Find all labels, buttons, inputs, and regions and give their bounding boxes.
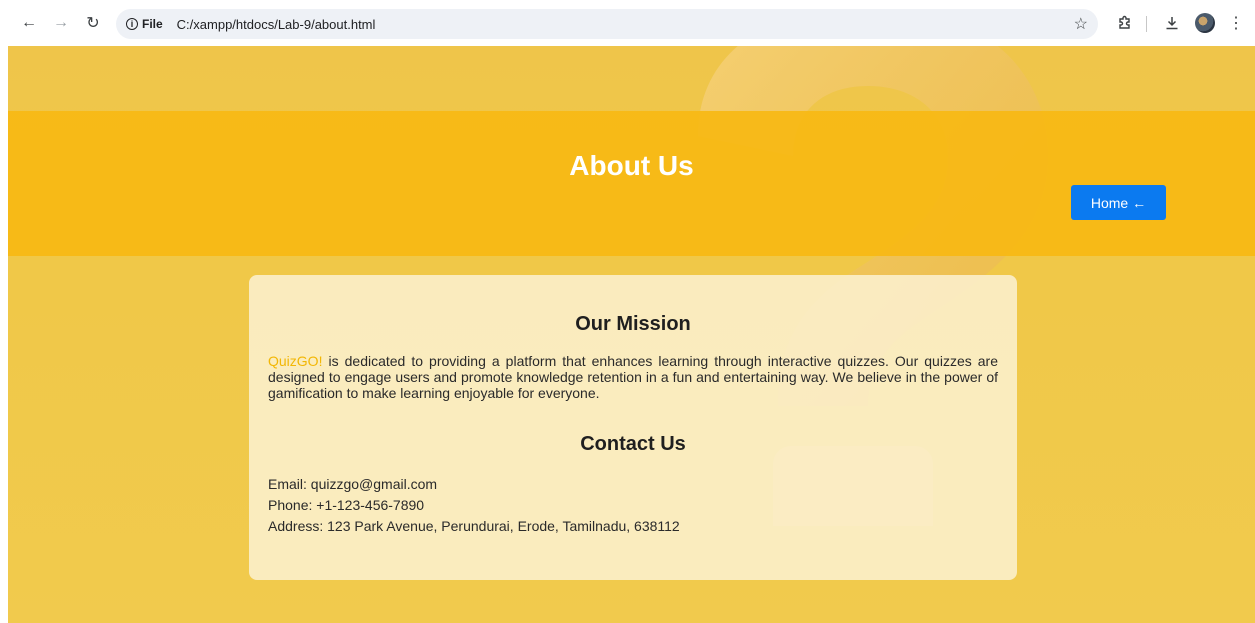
mission-heading: Our Mission bbox=[575, 313, 691, 335]
profile-avatar[interactable] bbox=[1195, 13, 1215, 33]
toolbar-divider bbox=[1146, 16, 1147, 32]
page-title: About Us bbox=[569, 150, 694, 181]
puzzle-icon bbox=[1119, 15, 1130, 29]
mission-body: is dedicated to providing a platform tha… bbox=[268, 353, 998, 401]
info-icon: i bbox=[126, 18, 138, 30]
mission-paragraph: QuizGO! is dedicated to providing a plat… bbox=[268, 353, 998, 401]
menu-kebab-icon[interactable]: ⋮ bbox=[1225, 12, 1247, 34]
forward-arrow-icon[interactable]: → bbox=[50, 12, 72, 34]
page-viewport: About Us Home ← Our Mission QuizGO! is d… bbox=[8, 46, 1255, 623]
site-info-chip[interactable]: i File bbox=[126, 17, 163, 31]
extensions-icon[interactable] bbox=[1114, 12, 1136, 34]
downloads-icon[interactable] bbox=[1161, 12, 1183, 34]
reload-icon[interactable]: ↻ bbox=[82, 12, 104, 34]
address-bar[interactable]: i File C:/xampp/htdocs/Lab-9/about.html … bbox=[116, 9, 1098, 39]
protocol-label: File bbox=[142, 17, 163, 31]
brand-name: QuizGO! bbox=[268, 353, 323, 369]
contact-details: Email: quizzgo@gmail.com Phone: +1-123-4… bbox=[268, 474, 680, 537]
about-card: Our Mission QuizGO! is dedicated to prov… bbox=[249, 275, 1017, 580]
home-button[interactable]: Home ← bbox=[1071, 185, 1166, 220]
contact-email: Email: quizzgo@gmail.com bbox=[268, 476, 438, 492]
url-text[interactable]: C:/xampp/htdocs/Lab-9/about.html bbox=[177, 17, 376, 32]
browser-toolbar: ← → ↻ i File C:/xampp/htdocs/Lab-9/about… bbox=[0, 0, 1255, 46]
contact-heading: Contact Us bbox=[580, 433, 686, 455]
download-arrow-icon bbox=[1166, 17, 1178, 30]
contact-address: Address: 123 Park Avenue, Perundurai, Er… bbox=[268, 518, 680, 534]
bookmark-star-icon[interactable]: ☆ bbox=[1074, 14, 1088, 34]
contact-phone: Phone: +1-123-456-7890 bbox=[268, 497, 425, 513]
back-arrow-icon[interactable]: ← bbox=[18, 12, 40, 34]
header-band bbox=[8, 111, 1255, 256]
